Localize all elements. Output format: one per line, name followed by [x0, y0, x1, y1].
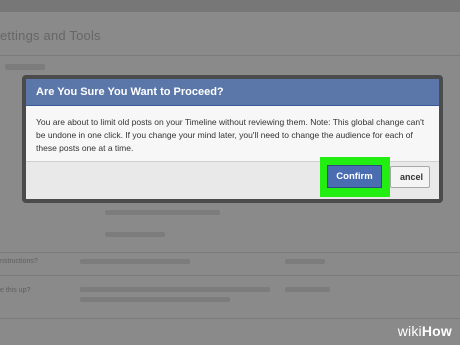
divider: [0, 55, 460, 56]
background-blurred-text: [285, 259, 325, 264]
background-top-bar: [0, 0, 460, 12]
background-label: e this up?: [0, 287, 31, 294]
background-blurred-text: [285, 287, 330, 292]
background-list-item: [105, 210, 220, 215]
background-blurred-text: [80, 297, 230, 302]
background-list-item: [105, 232, 165, 237]
divider: [0, 252, 460, 253]
cancel-button[interactable]: ancel: [390, 166, 430, 188]
watermark-how: How: [421, 323, 452, 339]
divider: [0, 275, 460, 276]
background-blurred-text: [80, 259, 190, 264]
wikihow-watermark: wikiHow: [398, 323, 452, 339]
dialog-header: Are You Sure You Want to Proceed?: [26, 79, 439, 106]
divider: [0, 318, 460, 319]
background-label: nstructions?: [0, 258, 38, 265]
background-blurred-text: [5, 64, 45, 70]
dialog-message: You are about to limit old posts on your…: [26, 106, 439, 161]
watermark-wiki: wiki: [397, 323, 422, 339]
confirm-button[interactable]: Confirm: [327, 165, 382, 188]
background-blurred-text: [80, 287, 270, 292]
dialog-title: Are You Sure You Want to Proceed?: [36, 86, 224, 98]
background-page-title: ettings and Tools: [0, 28, 101, 43]
